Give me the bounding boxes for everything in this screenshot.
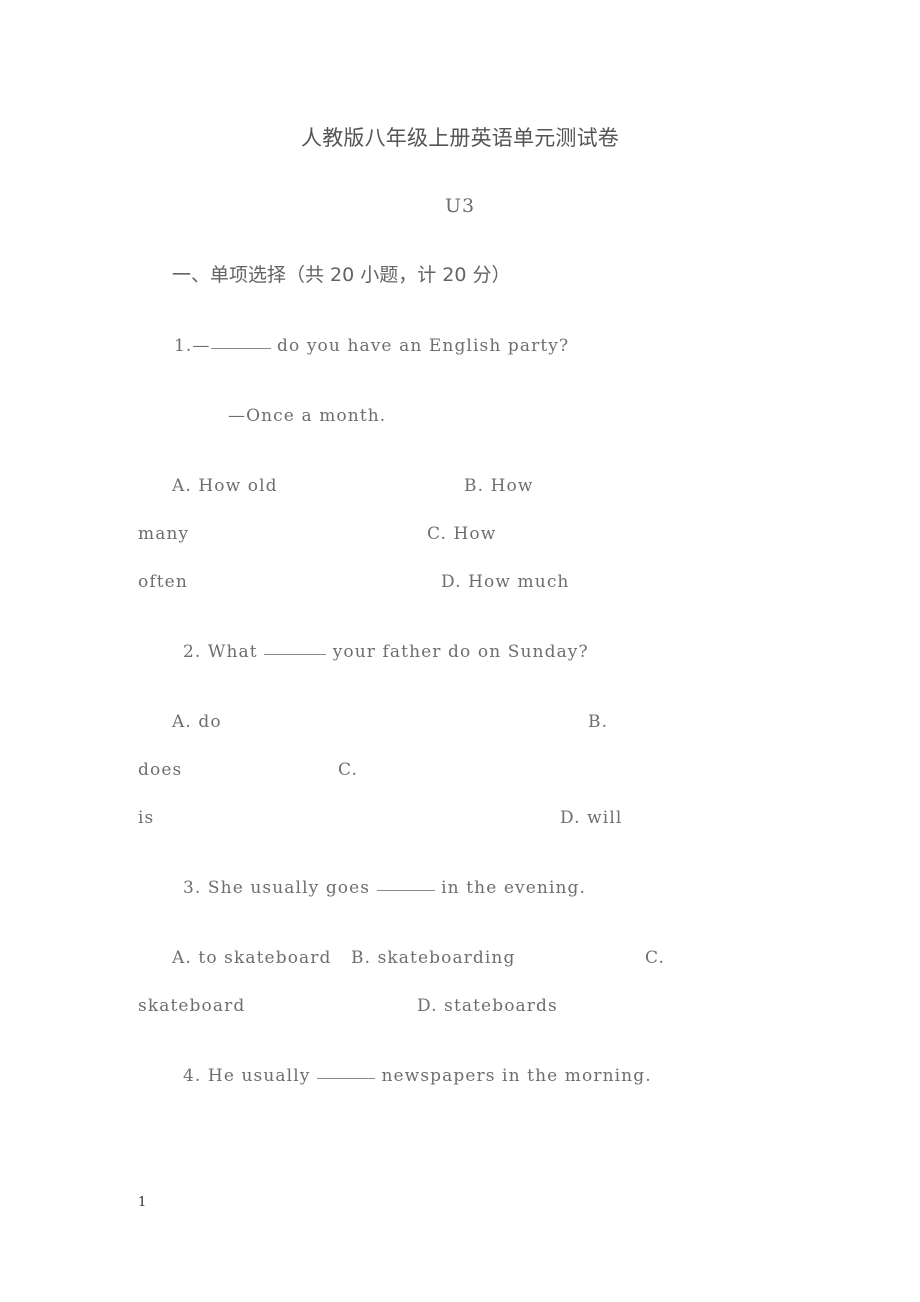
- question-3-option-c: C.: [645, 948, 666, 968]
- question-2-stem-prefix: 2. What: [183, 642, 265, 662]
- question-2-option-b-wrap: does: [138, 760, 183, 780]
- question-4-stem-suffix: newspapers in the morning.: [374, 1066, 652, 1086]
- question-2-blank: [264, 654, 327, 655]
- question-2-stem: 2. What your father do on Sunday?: [183, 640, 589, 664]
- question-1-option-b-wrap: many: [138, 524, 190, 544]
- question-3-blank: [376, 890, 435, 891]
- question-3-option-d: D. stateboards: [417, 996, 558, 1016]
- page-number: 1: [138, 1195, 147, 1210]
- question-1-stem-prefix: 1.—: [174, 336, 211, 356]
- question-3-option-c-wrap: skateboard: [138, 996, 246, 1016]
- question-3-stem: 3. She usually goes in the evening.: [183, 876, 586, 900]
- question-1-option-c: C. How: [427, 524, 497, 544]
- question-2-option-c: C.: [338, 760, 359, 780]
- question-2-option-a: A. do: [172, 712, 222, 732]
- question-1-option-d: D. How much: [441, 572, 570, 592]
- page-subtitle: U3: [444, 195, 476, 217]
- question-1-answer-line: —Once a month.: [228, 406, 387, 426]
- question-3-stem-suffix: in the evening.: [434, 878, 587, 898]
- question-2-stem-suffix: your father do on Sunday?: [326, 642, 589, 662]
- question-2-option-d: D. will: [560, 808, 623, 828]
- document-page: 人教版八年级上册英语单元测试卷 U3 一、单项选择（共 20 小题，计 20 分…: [0, 0, 920, 1302]
- question-2-option-b: B.: [588, 712, 609, 732]
- question-1-option-a: A. How old: [172, 476, 278, 496]
- question-3-options-a-b: A. to skateboard B. skateboarding: [172, 948, 516, 968]
- question-3-stem-prefix: 3. She usually goes: [183, 878, 377, 898]
- question-2-option-c-wrap: is: [138, 808, 155, 828]
- question-1-option-c-wrap: often: [138, 572, 188, 592]
- question-1-stem-suffix: do you have an English party?: [270, 336, 570, 356]
- question-4-stem-prefix: 4. He usually: [183, 1066, 317, 1086]
- question-4-blank: [316, 1078, 375, 1079]
- question-1-stem: 1.— do you have an English party?: [174, 334, 569, 358]
- question-4-stem: 4. He usually newspapers in the morning.: [183, 1064, 652, 1088]
- question-1-blank: [210, 348, 271, 349]
- page-title: 人教版八年级上册英语单元测试卷: [301, 126, 619, 150]
- question-1-option-b: B. How: [464, 476, 534, 496]
- section-heading-multiple-choice: 一、单项选择（共 20 小题，计 20 分）: [172, 264, 511, 286]
